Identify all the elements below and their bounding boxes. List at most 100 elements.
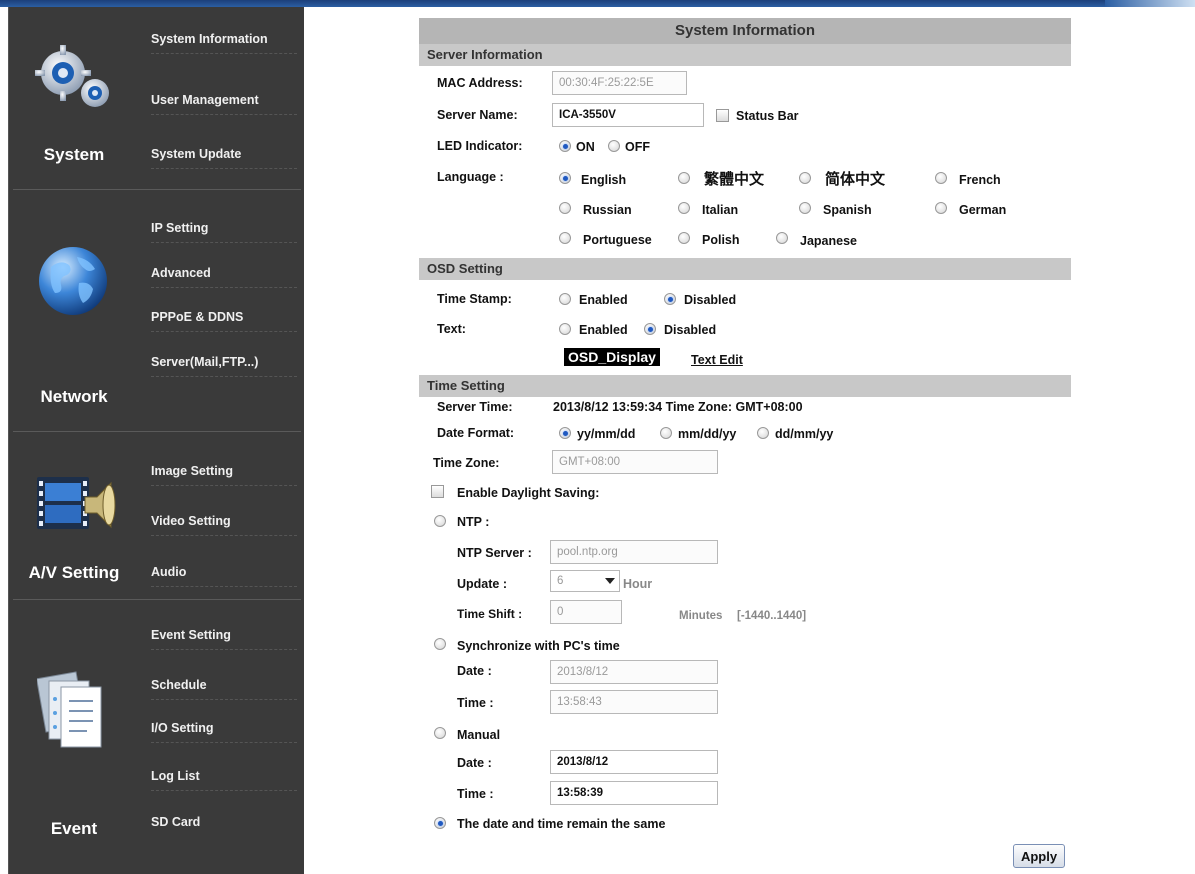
sidebar-item-io-setting[interactable]: I/O Setting	[151, 713, 297, 743]
page-title: System Information	[419, 18, 1071, 44]
language-radio-spanish[interactable]	[799, 202, 811, 214]
time-stamp-disabled-label: Disabled	[684, 293, 737, 307]
sync-time-label: Time :	[457, 696, 494, 710]
sync-pc-radio[interactable]	[434, 638, 446, 650]
led-indicator-label: LED Indicator:	[437, 139, 523, 153]
sidebar-item-system-update[interactable]: System Update	[151, 139, 297, 169]
led-off-radio[interactable]	[608, 140, 620, 152]
time-block: Server Time: 2013/8/12 13:59:34 Time Zon…	[419, 397, 1071, 874]
date-format-yymmdd-radio[interactable]	[559, 427, 571, 439]
ntp-server-field[interactable]	[550, 540, 718, 564]
sync-time-field[interactable]	[550, 690, 718, 714]
sync-date-label: Date :	[457, 664, 492, 678]
language-option-traditional-chinese: 繁體中文	[704, 171, 765, 188]
ntp-radio[interactable]	[434, 515, 446, 527]
language-option-polish: Polish	[702, 233, 740, 247]
date-format-ddmmyy-radio[interactable]	[757, 427, 769, 439]
sidebar: System System Information User Managemen…	[8, 7, 304, 874]
update-select[interactable]: 6	[550, 570, 620, 592]
top-banner	[0, 0, 1195, 7]
language-radio-italian[interactable]	[678, 202, 690, 214]
sidebar-item-sd-card[interactable]: SD Card	[151, 807, 297, 837]
remain-same-radio[interactable]	[434, 817, 446, 829]
text-edit-link[interactable]: Text Edit	[691, 353, 743, 367]
language-radio-russian[interactable]	[559, 202, 571, 214]
time-shift-range: [-1440..1440]	[737, 610, 807, 622]
chevron-down-icon	[605, 578, 615, 584]
server-info-block: MAC Address: Server Name: Status Bar LED…	[419, 66, 1071, 258]
date-format-label: Date Format:	[437, 426, 515, 440]
apply-button[interactable]: Apply	[1013, 844, 1065, 868]
mac-address-label: MAC Address:	[437, 76, 523, 90]
language-option-german: German	[959, 203, 1007, 217]
language-radio-simplified-chinese[interactable]	[799, 172, 811, 184]
led-on-label: ON	[576, 140, 595, 154]
language-option-russian: Russian	[583, 203, 632, 217]
remain-same-label: The date and time remain the same	[457, 817, 666, 831]
server-name-field[interactable]	[552, 103, 704, 127]
sidebar-item-advanced[interactable]: Advanced	[151, 258, 297, 288]
status-bar-label: Status Bar	[736, 109, 799, 123]
manual-radio[interactable]	[434, 727, 446, 739]
language-label: Language :	[437, 170, 504, 184]
sidebar-item-log-list[interactable]: Log List	[151, 761, 297, 791]
osd-block: Time Stamp: Enabled Disabled Text: Enabl…	[419, 280, 1071, 375]
time-shift-label: Time Shift :	[457, 607, 523, 621]
sidebar-section-label: Event	[50, 819, 98, 838]
sidebar-item-schedule[interactable]: Schedule	[151, 670, 297, 700]
gears-icon	[33, 43, 119, 116]
sidebar-item-pppoe-ddns[interactable]: PPPoE & DDNS	[151, 302, 297, 332]
server-time-value: 2013/8/12 13:59:34 Time Zone: GMT+08:00	[553, 400, 803, 414]
time-stamp-enabled-radio[interactable]	[559, 293, 571, 305]
date-format-ddmmyy-label: dd/mm/yy	[775, 427, 834, 441]
documents-icon	[36, 667, 107, 754]
sidebar-item-system-information[interactable]: System Information	[151, 24, 297, 54]
time-shift-field[interactable]	[550, 600, 622, 624]
section-time-setting: Time Setting	[419, 375, 1071, 397]
language-radio-portuguese[interactable]	[559, 232, 571, 244]
film-speaker-icon	[35, 471, 117, 540]
language-option-spanish: Spanish	[823, 203, 872, 217]
globe-icon	[37, 243, 109, 322]
language-radio-polish[interactable]	[678, 232, 690, 244]
language-radio-japanese[interactable]	[776, 232, 788, 244]
text-enabled-label: Enabled	[579, 323, 628, 337]
language-radio-traditional-chinese[interactable]	[678, 172, 690, 184]
time-stamp-disabled-radio[interactable]	[664, 293, 676, 305]
text-disabled-radio[interactable]	[644, 323, 656, 335]
language-radio-english[interactable]	[559, 172, 571, 184]
language-radio-french[interactable]	[935, 172, 947, 184]
sidebar-item-image-setting[interactable]: Image Setting	[151, 456, 297, 486]
sidebar-item-video-setting[interactable]: Video Setting	[151, 506, 297, 536]
server-time-label: Server Time:	[437, 400, 513, 414]
update-unit: Hour	[623, 577, 653, 591]
section-osd-setting: OSD Setting	[419, 258, 1071, 280]
date-format-mmddyy-radio[interactable]	[660, 427, 672, 439]
sidebar-item-ip-setting[interactable]: IP Setting	[151, 213, 297, 243]
mac-address-field[interactable]	[552, 71, 687, 95]
manual-time-label: Time :	[457, 787, 494, 801]
sidebar-item-user-management[interactable]: User Management	[151, 85, 297, 115]
language-radio-german[interactable]	[935, 202, 947, 214]
status-bar-checkbox[interactable]	[716, 109, 729, 122]
led-off-label: OFF	[625, 140, 650, 154]
ntp-server-label: NTP Server :	[457, 546, 532, 560]
daylight-saving-checkbox[interactable]	[431, 485, 444, 498]
sidebar-section-label: A/V Setting	[28, 563, 120, 582]
language-option-japanese: Japanese	[800, 234, 857, 248]
led-on-radio[interactable]	[559, 140, 571, 152]
language-option-french: French	[959, 173, 1001, 187]
sidebar-item-server[interactable]: Server(Mail,FTP...)	[151, 347, 297, 377]
sidebar-divider	[13, 189, 301, 190]
sidebar-item-audio[interactable]: Audio	[151, 557, 297, 587]
sidebar-item-event-setting[interactable]: Event Setting	[151, 620, 297, 650]
section-server-information: Server Information	[419, 44, 1071, 66]
sync-date-field[interactable]	[550, 660, 718, 684]
daylight-saving-label: Enable Daylight Saving:	[457, 486, 600, 500]
sidebar-section-system: System System Information User Managemen…	[9, 7, 305, 195]
time-zone-field[interactable]	[552, 450, 718, 474]
manual-time-field[interactable]	[550, 781, 718, 805]
manual-date-field[interactable]	[550, 750, 718, 774]
text-enabled-radio[interactable]	[559, 323, 571, 335]
sidebar-section-label: System	[43, 145, 105, 164]
